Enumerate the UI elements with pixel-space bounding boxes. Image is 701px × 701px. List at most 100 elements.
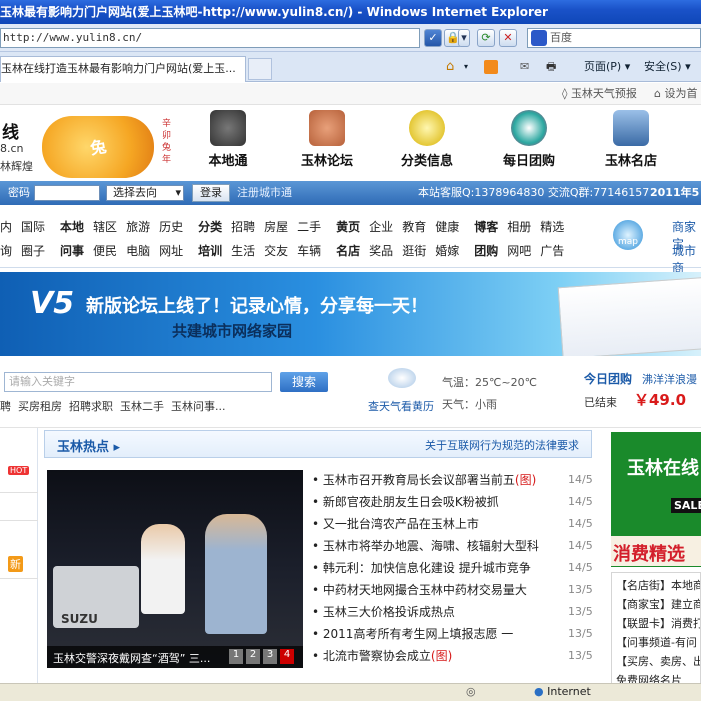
category-link[interactable]: 健康 xyxy=(435,218,459,235)
category-link[interactable]: 历史 xyxy=(159,218,183,235)
category-link[interactable]: 旅游 xyxy=(126,218,150,235)
deal-title[interactable]: 今日团购 xyxy=(584,370,632,387)
slide-page-3[interactable]: 3 xyxy=(263,649,277,664)
category-link[interactable]: 网址 xyxy=(159,242,183,259)
category-link[interactable]: 本地 xyxy=(60,218,84,235)
stop-icon[interactable]: ✕ xyxy=(499,29,517,47)
category-link[interactable]: 逛街 xyxy=(402,242,426,259)
password-input[interactable] xyxy=(34,185,100,201)
news-item[interactable]: • 北流市警察协会成立(图) 13/5 xyxy=(312,645,593,667)
category-link[interactable]: 电脑 xyxy=(126,242,150,259)
quick-link[interactable]: 买房租房 xyxy=(18,400,62,413)
news-date: 13/5 xyxy=(568,627,593,640)
news-item[interactable]: • 中药材天地网撮合玉林中药材交易量大 13/5 xyxy=(312,579,593,601)
right-list-item[interactable]: 【买房、卖房、出 xyxy=(616,653,700,669)
category-link[interactable]: 婚嫁 xyxy=(435,242,459,259)
category-link[interactable]: 培训 xyxy=(198,242,222,259)
news-item[interactable]: • 玉林三大价格投诉成热点 13/5 xyxy=(312,601,593,623)
category-link[interactable]: 广告 xyxy=(540,242,564,259)
quick-link[interactable]: 玉林二手 xyxy=(120,400,164,413)
new-tab-button[interactable] xyxy=(248,58,272,80)
caption-bar: 玉林交警深夜戴网查“酒驾” 三... 1 2 3 4 xyxy=(47,646,303,668)
quick-link[interactable]: 玉林问事... xyxy=(171,400,226,413)
category-link[interactable]: 询 xyxy=(0,242,12,259)
category-link[interactable]: 博客 xyxy=(474,218,498,235)
category-link[interactable]: 车辆 xyxy=(297,242,321,259)
category-link[interactable]: 相册 xyxy=(507,218,531,235)
slide-page-2[interactable]: 2 xyxy=(246,649,260,664)
register-link[interactable]: 注册城市通 xyxy=(237,181,292,205)
news-item[interactable]: • 新郎官夜赴朋友生日会吸K粉被抓 14/5 xyxy=(312,491,593,513)
news-date: 14/5 xyxy=(568,561,593,574)
slide-page-4[interactable]: 4 xyxy=(280,649,294,664)
category-link[interactable]: 黄页 xyxy=(336,218,360,235)
map-icon[interactable]: map xyxy=(613,220,643,250)
safety-menu[interactable]: 安全(S) ▾ xyxy=(644,58,691,76)
home-icon[interactable]: ⌂ xyxy=(446,58,462,76)
home-dropdown-icon[interactable]: ▾ xyxy=(464,58,468,76)
news-item[interactable]: • 玉林市召开教育局长会议部署当前五(图) 14/5 xyxy=(312,469,593,491)
page-menu[interactable]: 页面(P) ▾ xyxy=(584,58,630,76)
weather-link[interactable]: 查天气看黄历 xyxy=(368,398,434,414)
print-icon[interactable]: 🖶 xyxy=(546,58,556,76)
law-link[interactable]: 关于互联网行为规范的法律要求 xyxy=(425,437,579,453)
category-link[interactable]: 问事 xyxy=(60,242,84,259)
category-link[interactable]: 招聘 xyxy=(231,218,255,235)
refresh-icon[interactable]: ⟳ xyxy=(477,29,495,47)
category-link[interactable]: 网吧 xyxy=(507,242,531,259)
nav-famous-stores[interactable]: 玉林名店 xyxy=(591,110,671,169)
mail-icon[interactable]: ✉ xyxy=(520,58,529,76)
compat-view-icon[interactable]: ✓ xyxy=(424,29,442,47)
right-list-item[interactable]: 【联盟卡】消费打 xyxy=(616,615,700,631)
login-button[interactable]: 登录 xyxy=(192,184,230,202)
right-link-city[interactable]: 城市商 xyxy=(672,242,701,276)
right-list-item[interactable]: 【商家宝】建立商 xyxy=(616,596,700,612)
category-link[interactable]: 精选 xyxy=(540,218,564,235)
tab-current[interactable]: 玉林在线打造玉林最有影响力门户网站(爱上玉... xyxy=(0,56,246,82)
category-link[interactable]: 内 xyxy=(0,218,12,235)
forum-banner[interactable]: V5 新版论坛上线了！记录心情，分享每一天！ 共建城市网络家园 xyxy=(0,272,701,356)
nav-forum[interactable]: 玉林论坛 xyxy=(287,110,367,169)
right-ad[interactable]: 玉林在线 SALE 消费精选 xyxy=(611,432,701,567)
nav-bendi[interactable]: 本地通 xyxy=(188,110,268,169)
category-link[interactable]: 名店 xyxy=(336,242,360,259)
news-title: 新郎官夜赴朋友生日会吸K粉被抓 xyxy=(322,495,499,509)
weather-condition: 天气：小雨 xyxy=(442,398,497,411)
news-photo[interactable]: SUZU 玉林交警深夜戴网查“酒驾” 三... 1 2 3 4 xyxy=(47,470,303,668)
quick-link[interactable]: 招聘求职 xyxy=(69,400,113,413)
right-list-item[interactable]: 【问事频道-有问 xyxy=(616,634,697,650)
category-link[interactable]: 国际 xyxy=(21,218,45,235)
right-list-item[interactable]: 【名店街】本地商 xyxy=(616,577,700,593)
category-link[interactable]: 生活 xyxy=(231,242,255,259)
destination-select[interactable]: 选择去向 ▾ xyxy=(106,185,184,201)
quick-link[interactable]: 聘 xyxy=(0,400,11,413)
weather-forecast-link[interactable]: ◊ 玉林天气预报 xyxy=(562,83,637,105)
category-link[interactable]: 二手 xyxy=(297,218,321,235)
category-link[interactable]: 团购 xyxy=(474,242,498,259)
slide-page-1[interactable]: 1 xyxy=(229,649,243,664)
category-link[interactable]: 交友 xyxy=(264,242,288,259)
search-input[interactable]: 百度 xyxy=(527,28,701,48)
category-link[interactable]: 辖区 xyxy=(93,218,117,235)
dropdown-chevron-icon[interactable]: ▾ xyxy=(458,29,470,47)
news-item[interactable]: • 2011高考所有考生网上填报志愿 一 13/5 xyxy=(312,623,593,645)
deal-subtitle[interactable]: 沸洋洋浪漫 xyxy=(642,371,697,387)
site-search-input[interactable]: 请输入关键字 xyxy=(4,372,272,392)
news-item[interactable]: • 玉林市将举办地震、海啸、核辐射大型科 14/5 xyxy=(312,535,593,557)
news-item[interactable]: • 韩元利：加快信息化建设 提升城市竞争 14/5 xyxy=(312,557,593,579)
category-link[interactable]: 圈子 xyxy=(21,242,45,259)
address-bar[interactable]: http://www.yulin8.cn/ xyxy=(0,28,420,48)
category-link[interactable]: 便民 xyxy=(93,242,117,259)
rss-feed-icon[interactable] xyxy=(484,60,498,74)
category-link[interactable]: 企业 xyxy=(369,218,393,235)
news-item[interactable]: • 又一批台湾农产品在玉林上市 14/5 xyxy=(312,513,593,535)
category-link[interactable]: 房屋 xyxy=(264,218,288,235)
nav-classified[interactable]: 分类信息 xyxy=(387,110,467,169)
category-link[interactable]: 教育 xyxy=(402,218,426,235)
category-link[interactable]: 分类 xyxy=(198,218,222,235)
set-homepage-link[interactable]: ⌂ 设为首 xyxy=(654,83,697,105)
category-link[interactable]: 奖品 xyxy=(369,242,393,259)
site-search-button[interactable]: 搜索 xyxy=(280,372,328,392)
nav-groupbuy[interactable]: 每日团购 xyxy=(489,110,569,169)
hot-news-title[interactable]: 玉林热点 ▸ xyxy=(57,436,120,455)
